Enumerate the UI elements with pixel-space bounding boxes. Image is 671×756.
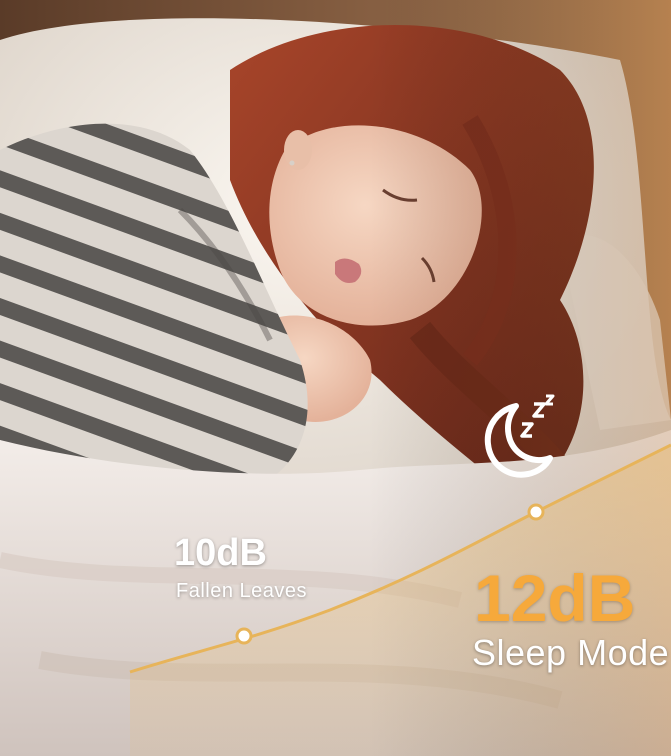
curve-point-fallen-leaves [235, 627, 253, 645]
curve-point-sleep-mode [527, 503, 545, 521]
product-photo: 10dB Fallen Leaves 12dB Sleep Mode [0, 0, 671, 756]
sleep-mode-label: Sleep Mode [472, 632, 670, 673]
moon-zzz-icon [484, 394, 555, 478]
fallen-leaves-db-value: 10dB [174, 532, 267, 574]
sleep-mode-db-value: 12dB [474, 561, 636, 635]
fallen-leaves-label: Fallen Leaves [176, 580, 308, 602]
